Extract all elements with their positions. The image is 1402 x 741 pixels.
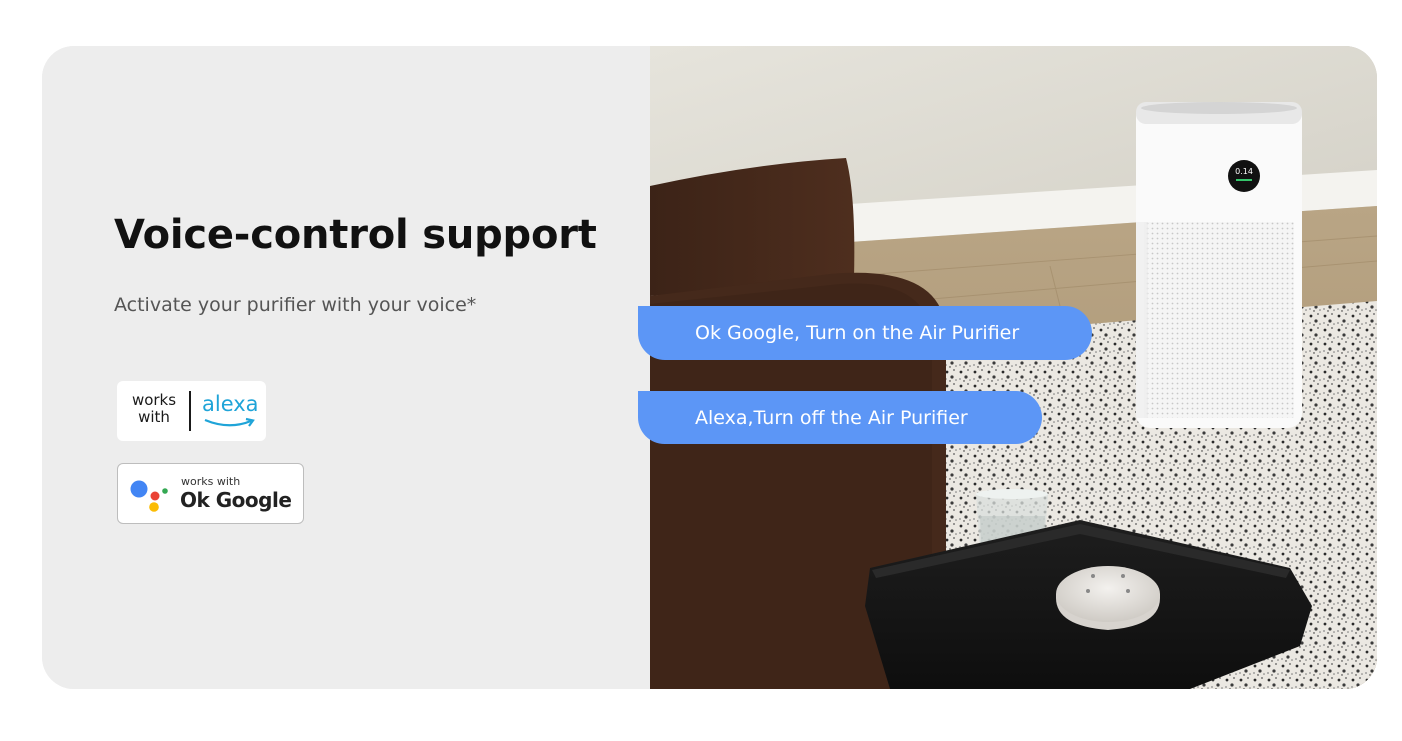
voice-command-bubble-alexa: Alexa,Turn off the Air Purifier xyxy=(638,391,1042,444)
google-works-with-label: works with xyxy=(181,475,241,488)
works-with-alexa-badge: works with alexa xyxy=(117,381,266,441)
air-purifier-image: 0.14 xyxy=(1136,102,1302,428)
living-room-illustration: 0.14 xyxy=(650,46,1377,689)
google-brand-label: Ok Google xyxy=(180,488,292,512)
purifier-display-value: 0.14 xyxy=(1235,167,1253,176)
alexa-divider xyxy=(189,391,191,431)
feature-card: Voice-control support Activate your puri… xyxy=(42,46,1377,689)
text-panel: Voice-control support Activate your puri… xyxy=(42,46,650,689)
section-title: Voice-control support xyxy=(114,212,597,258)
alexa-brand-label: alexa xyxy=(202,392,259,416)
alexa-works-with-label: works with xyxy=(131,391,177,426)
section-subtitle: Activate your purifier with your voice* xyxy=(114,294,477,316)
living-room-photo: 0.14 xyxy=(650,46,1377,689)
works-with-google-badge: works with Ok Google xyxy=(117,463,304,524)
echo-dot-speaker-image xyxy=(1056,566,1160,630)
voice-command-bubble-google: Ok Google, Turn on the Air Purifier xyxy=(638,306,1092,360)
alexa-smile-icon xyxy=(204,417,255,427)
google-assistant-dots-icon xyxy=(130,480,168,512)
